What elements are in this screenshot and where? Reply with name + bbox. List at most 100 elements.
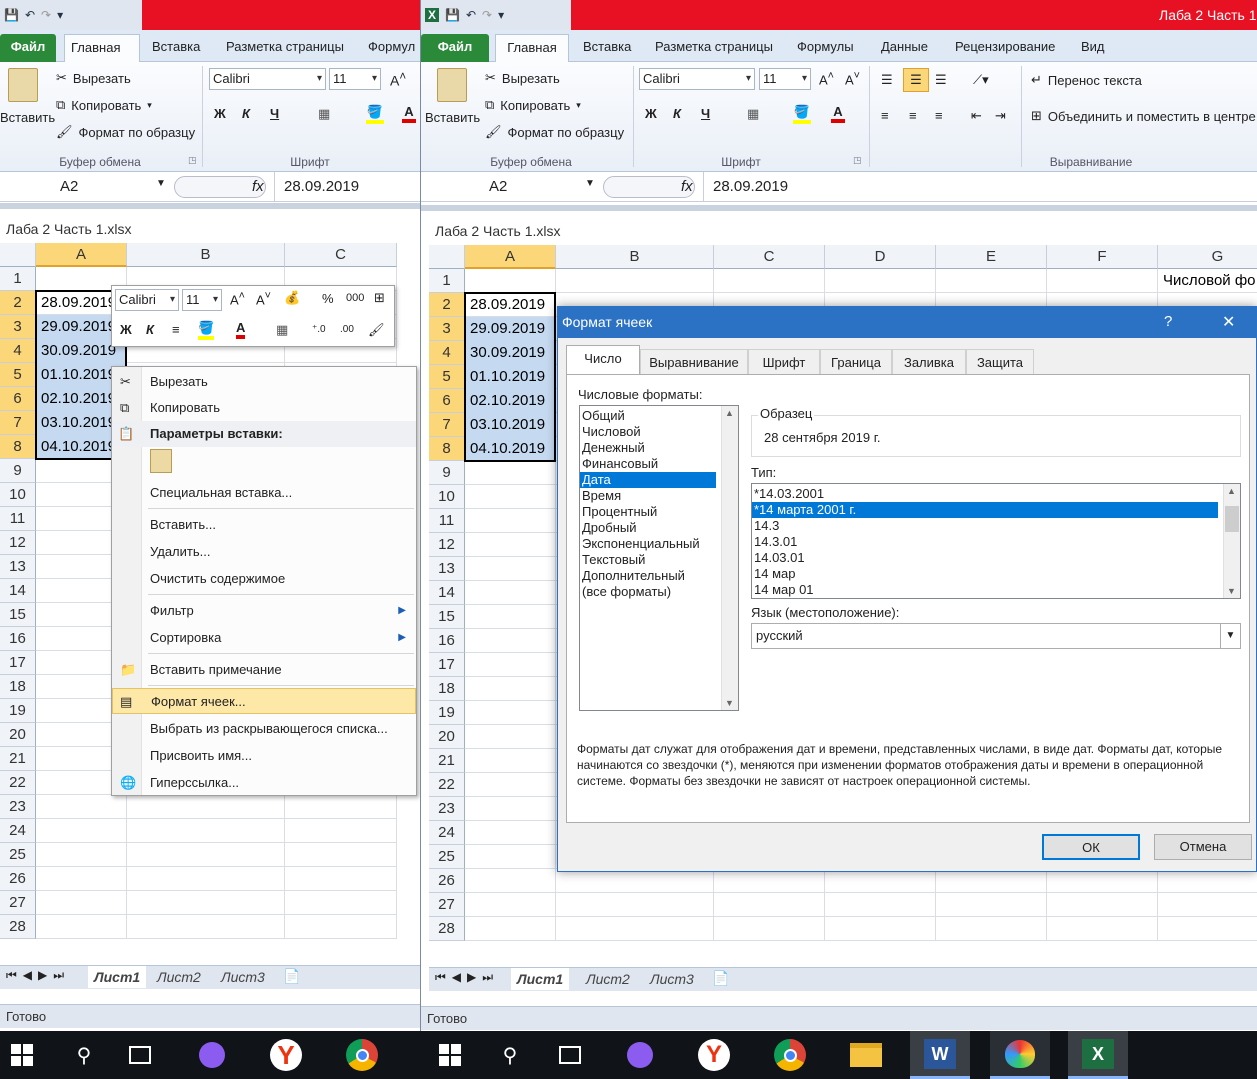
align-center-icon[interactable]: ≡ (172, 322, 180, 337)
category-scrollbar[interactable]: ▲ ▼ (721, 406, 738, 710)
tab-home[interactable]: Главная (495, 34, 569, 62)
row-header-5[interactable]: 5 (0, 363, 36, 387)
row-header-5[interactable]: 5 (429, 365, 465, 389)
bold-button[interactable]: Ж (645, 106, 657, 121)
row-header-27[interactable]: 27 (429, 893, 465, 917)
row-header-20[interactable]: 20 (429, 725, 465, 749)
tab-file[interactable]: Файл (421, 34, 489, 62)
align-right-icon[interactable]: ≡ (935, 108, 943, 123)
sheet-tab-2[interactable]: Лист2 (157, 966, 201, 988)
row-header-24[interactable]: 24 (429, 821, 465, 845)
save-icon[interactable]: 💾 (4, 8, 19, 22)
column-header-D[interactable]: D (825, 245, 936, 269)
grow-font-icon[interactable]: A˄ (819, 70, 834, 87)
row-header-8[interactable]: 8 (0, 435, 36, 459)
tab-protection[interactable]: Защита (966, 349, 1034, 375)
search-icon[interactable]: ⚲ (488, 1031, 532, 1079)
shrink-font-icon[interactable]: A˅ (845, 70, 860, 87)
type-list[interactable]: *14.03.2001 *14 марта 2001 г. 14.3 14.3.01 1… (751, 483, 1241, 599)
undo-icon[interactable]: ↶ (466, 8, 476, 22)
orientation-icon[interactable]: ⟋▾ (973, 72, 989, 88)
row-header-26[interactable]: 26 (0, 867, 36, 891)
row-header-7[interactable]: 7 (0, 411, 36, 435)
task-view-icon[interactable] (118, 1031, 162, 1079)
row-header-3[interactable]: 3 (0, 315, 36, 339)
yandex-browser-icon[interactable]: Y (690, 1031, 738, 1079)
scroll-up-icon[interactable]: ▲ (725, 408, 734, 418)
align-left-icon[interactable]: ≡ (881, 108, 889, 123)
redo-icon[interactable]: ↷ (41, 8, 51, 22)
mini-font-combo[interactable]: Calibri (115, 289, 179, 311)
select-all-corner[interactable] (429, 245, 465, 269)
chrome-icon[interactable] (338, 1031, 386, 1079)
wrap-text-button[interactable]: ↵ Перенос текста (1031, 72, 1142, 88)
fill-color-icon[interactable]: 🪣 (366, 104, 384, 124)
menu-pick-from-list[interactable]: Выбрать из раскрывающегося списка... (112, 716, 416, 742)
ok-button[interactable]: ОК (1042, 834, 1140, 860)
tab-border[interactable]: Граница (820, 349, 892, 375)
category-item[interactable]: Финансовый (580, 456, 716, 472)
customize-qa-icon[interactable]: ▾ (57, 8, 63, 22)
row-header-23[interactable]: 23 (0, 795, 36, 819)
search-icon[interactable]: ⚲ (62, 1031, 106, 1079)
windows-start-icon[interactable] (0, 1031, 44, 1079)
select-all-corner[interactable] (0, 243, 36, 267)
row-header-8[interactable]: 8 (429, 437, 465, 461)
menu-cut[interactable]: ✂ Вырезать (112, 369, 416, 395)
menu-format-cells[interactable]: ▤ Формат ячеек... (112, 688, 416, 714)
type-item[interactable]: 14.3 (752, 518, 1218, 534)
menu-delete[interactable]: Удалить... (112, 539, 416, 565)
merge-cells-icon[interactable]: ⊞ (374, 290, 385, 306)
sheet-nav-icons[interactable]: ⏮◀▶⏭ (6, 968, 70, 983)
copy-button[interactable]: ⧉ Копировать ▾ (56, 97, 152, 113)
cut-button[interactable]: ✂ Вырезать (56, 70, 131, 86)
row-header-27[interactable]: 27 (0, 891, 36, 915)
tab-data[interactable]: Данные (875, 34, 934, 62)
help-button[interactable]: ? (1164, 313, 1172, 330)
category-item[interactable]: Общий (580, 408, 716, 424)
type-item[interactable]: 14 мар (752, 566, 1218, 582)
row-header-25[interactable]: 25 (429, 845, 465, 869)
close-button[interactable]: ✕ (1222, 312, 1235, 332)
paste-option-icon[interactable] (150, 449, 172, 473)
merge-center-button[interactable]: ⊞ Объединить и поместить в центре (1031, 108, 1256, 124)
row-header-16[interactable]: 16 (0, 627, 36, 651)
row-header-17[interactable]: 17 (429, 653, 465, 677)
row-header-12[interactable]: 12 (0, 531, 36, 555)
row-header-18[interactable]: 18 (0, 675, 36, 699)
menu-sort[interactable]: Сортировка ▶ (112, 625, 416, 651)
category-item[interactable]: Процентный (580, 504, 716, 520)
row-header-4[interactable]: 4 (0, 339, 36, 363)
font-name-combo[interactable]: Calibri (209, 68, 326, 90)
brush-icon[interactable]: 🖌 (368, 322, 385, 338)
insert-function-icon[interactable]: fx (252, 178, 264, 195)
excel-icon[interactable]: X (1068, 1031, 1128, 1079)
file-explorer-icon[interactable] (842, 1031, 890, 1079)
locale-select[interactable]: русский ▼ (751, 623, 1241, 649)
decrease-indent-icon[interactable]: ⇤ (971, 108, 982, 124)
chevron-down-icon[interactable]: ▼ (1220, 624, 1240, 648)
windows-start-icon[interactable] (428, 1031, 472, 1079)
tab-home[interactable]: Главная (64, 34, 140, 62)
tab-page-layout[interactable]: Разметка страницы (220, 34, 350, 62)
category-list[interactable]: Общий Числовой Денежный Финансовый Дата Время… (579, 405, 739, 711)
row-header-14[interactable]: 14 (429, 581, 465, 605)
category-item[interactable]: Время (580, 488, 716, 504)
align-bottom-icon[interactable]: ☰ (935, 72, 947, 88)
row-header-15[interactable]: 15 (429, 605, 465, 629)
tab-formulas[interactable]: Формул (362, 34, 420, 62)
row-header-1[interactable]: 1 (0, 267, 36, 291)
type-scrollbar[interactable]: ▲ ▼ (1223, 484, 1240, 598)
undo-icon[interactable]: ↶ (25, 8, 35, 22)
font-color-icon[interactable]: A (831, 104, 845, 123)
sheet-tab-1[interactable]: Лист1 (511, 968, 570, 990)
name-box[interactable]: A2 (489, 178, 507, 195)
redo-icon[interactable]: ↷ (482, 8, 492, 22)
row-header-18[interactable]: 18 (429, 677, 465, 701)
fill-color-icon[interactable]: 🪣 (198, 320, 215, 340)
row-header-6[interactable]: 6 (0, 387, 36, 411)
type-item[interactable]: *14.03.2001 (752, 486, 1218, 502)
font-size-combo[interactable]: 11 (759, 68, 811, 90)
dialog-launcher-icon[interactable]: ◳ (188, 155, 197, 166)
grow-font-icon[interactable]: A˄ (390, 70, 406, 89)
